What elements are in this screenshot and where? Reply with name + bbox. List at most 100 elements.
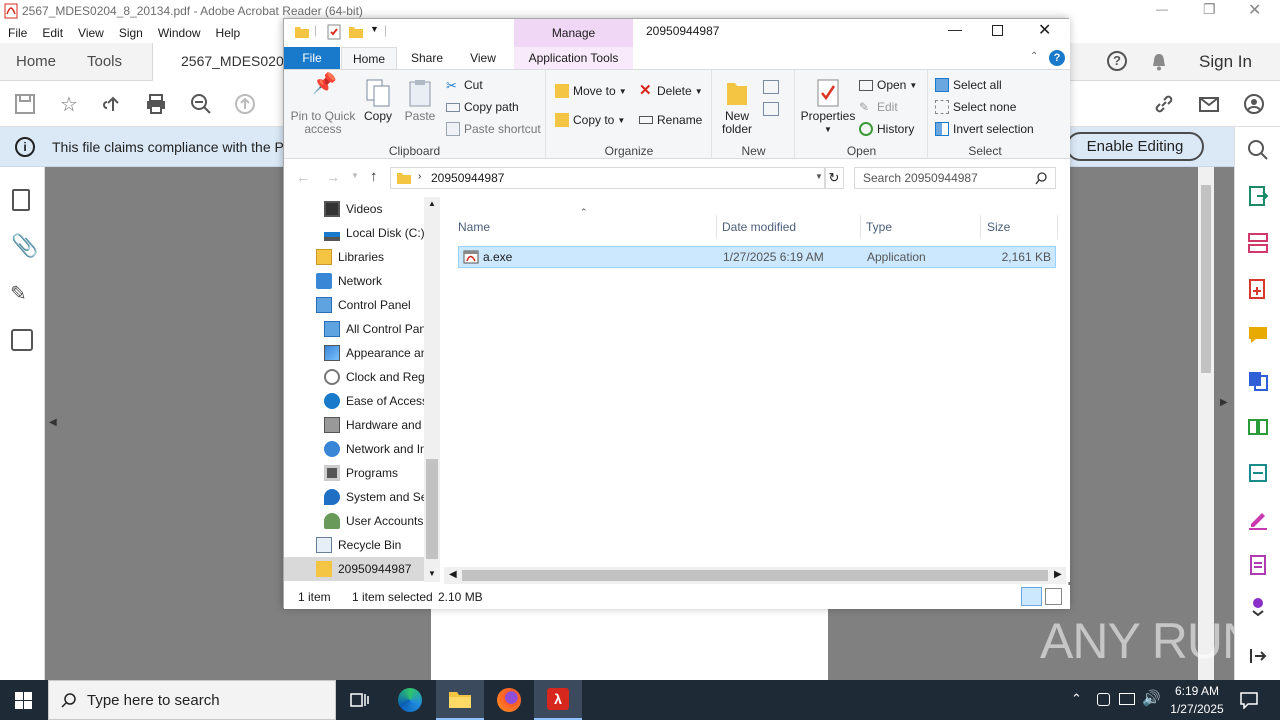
nav-current-folder[interactable]: 20950944987 bbox=[284, 557, 424, 581]
add-user-icon[interactable] bbox=[1240, 90, 1268, 118]
tab-view[interactable]: View bbox=[458, 47, 508, 69]
paste-shortcut-button[interactable]: Paste shortcut bbox=[446, 122, 541, 136]
menu-view[interactable]: View bbox=[78, 26, 104, 40]
large-icons-view-icon[interactable] bbox=[1045, 588, 1062, 605]
vertical-scrollbar[interactable] bbox=[1198, 167, 1214, 680]
tab-share[interactable]: Share bbox=[402, 47, 452, 69]
copy-button[interactable]: Copy bbox=[360, 78, 396, 123]
rename-button[interactable]: Rename bbox=[639, 113, 702, 127]
create-pdf-icon[interactable] bbox=[1247, 278, 1269, 300]
combine-files-icon[interactable] bbox=[1247, 370, 1269, 392]
nav-hardware-sound[interactable]: Hardware and Sound bbox=[324, 413, 424, 437]
mail-icon[interactable] bbox=[1195, 90, 1223, 118]
tab-tools[interactable]: Tools bbox=[87, 43, 122, 81]
nav-ease-of-access[interactable]: Ease of Access bbox=[324, 389, 424, 413]
cut-button[interactable]: ✂ Cut bbox=[446, 78, 483, 93]
page-up-icon[interactable] bbox=[231, 90, 259, 118]
address-dropdown-icon[interactable]: ▼ bbox=[815, 172, 823, 181]
nav-local-disk[interactable]: Local Disk (C:) bbox=[324, 221, 424, 245]
menu-help[interactable]: Help bbox=[216, 26, 241, 40]
copy-to-button[interactable]: Copy to ▼ bbox=[555, 113, 625, 127]
signature-icon[interactable]: ✎ bbox=[10, 281, 27, 306]
edge-taskbar-button[interactable] bbox=[386, 680, 434, 720]
nav-programs[interactable]: Programs bbox=[324, 461, 424, 485]
select-none-button[interactable]: Select none bbox=[935, 100, 1016, 114]
firefox-taskbar-button[interactable] bbox=[485, 680, 533, 720]
menu-file[interactable]: File bbox=[8, 26, 27, 40]
up-arrow-icon[interactable]: ↑ bbox=[370, 168, 378, 185]
open-button[interactable]: Open ▼ bbox=[859, 78, 917, 92]
attachment-icon[interactable]: 📎 bbox=[11, 233, 38, 259]
edit-button[interactable]: ✎ Edit bbox=[859, 100, 898, 114]
comment-icon[interactable] bbox=[1247, 324, 1269, 346]
tray-chevron-icon[interactable]: ⌃ bbox=[1071, 691, 1082, 707]
menu-window[interactable]: Window bbox=[158, 26, 201, 40]
collapse-panel-icon[interactable] bbox=[1247, 645, 1269, 667]
paste-button[interactable]: Paste bbox=[400, 78, 440, 123]
scan-icon[interactable] bbox=[1247, 462, 1269, 484]
column-header-name[interactable]: Name bbox=[458, 220, 716, 234]
acrobat-taskbar-button[interactable]: λ bbox=[534, 680, 582, 720]
move-to-button[interactable]: Move to ▼ bbox=[555, 84, 627, 98]
nav-scrollbar[interactable]: ▲ ▼ bbox=[424, 197, 440, 582]
copy-path-button[interactable]: Copy path bbox=[446, 100, 519, 114]
file-row[interactable]: a.exe 1/27/2025 6:19 AM Application 2,16… bbox=[458, 246, 1056, 268]
clock-time[interactable]: 6:19 AM bbox=[1172, 684, 1222, 698]
scroll-left-icon[interactable]: ◀ bbox=[449, 569, 457, 580]
restore-icon[interactable]: ❐ bbox=[1203, 1, 1216, 18]
explorer-help-icon[interactable]: ? bbox=[1049, 50, 1065, 66]
document-icon[interactable] bbox=[1247, 554, 1269, 576]
export-pdf-icon[interactable] bbox=[1247, 185, 1269, 207]
task-view-button[interactable] bbox=[336, 680, 384, 720]
easy-access-icon[interactable] bbox=[763, 102, 779, 116]
tab-file[interactable]: File bbox=[284, 47, 340, 69]
pin-quick-access-button[interactable]: 📌 Pin to Quick access bbox=[288, 74, 358, 136]
upload-icon[interactable] bbox=[99, 90, 127, 118]
column-header-date[interactable]: Date modified bbox=[722, 220, 796, 234]
select-all-button[interactable]: Select all bbox=[935, 78, 1002, 92]
minimize-icon[interactable]: — bbox=[1156, 2, 1168, 16]
tab-document[interactable]: 2567_MDES0204_8_20134.pdf bbox=[152, 43, 292, 82]
nav-recycle-bin[interactable]: Recycle Bin bbox=[316, 533, 424, 557]
column-header-type[interactable]: Type bbox=[866, 220, 892, 234]
new-folder-qa-icon[interactable] bbox=[348, 24, 364, 40]
refresh-button[interactable]: ↻ bbox=[824, 167, 844, 189]
zoom-out-icon[interactable] bbox=[187, 90, 215, 118]
right-panel-toggle-icon[interactable]: ▶ bbox=[1220, 397, 1228, 408]
nav-videos[interactable]: Videos bbox=[324, 197, 424, 221]
delete-button[interactable]: ✕ Delete ▼ bbox=[639, 83, 703, 98]
properties-qa-icon[interactable] bbox=[326, 24, 342, 40]
left-panel-toggle-icon[interactable]: ◀ bbox=[49, 417, 57, 428]
horizontal-scrollbar[interactable]: ◀ ▶ bbox=[444, 567, 1066, 584]
explorer-minimize-icon[interactable]: — bbox=[948, 21, 962, 37]
recent-dropdown-icon[interactable]: ▼ bbox=[351, 171, 359, 180]
help-icon[interactable]: ? bbox=[1107, 51, 1127, 71]
explorer-maximize-icon[interactable] bbox=[992, 25, 1003, 36]
nav-clock-region[interactable]: Clock and Region bbox=[324, 365, 424, 389]
nav-network-internet[interactable]: Network and Internet bbox=[324, 437, 424, 461]
new-folder-button[interactable]: New folder bbox=[717, 78, 757, 136]
scroll-right-icon[interactable]: ▶ bbox=[1054, 569, 1062, 580]
tab-home[interactable]: Home bbox=[16, 43, 56, 81]
explorer-close-icon[interactable]: ✕ bbox=[1038, 20, 1051, 40]
tab-home-ribbon[interactable]: Home bbox=[341, 47, 397, 70]
enable-editing-button[interactable]: Enable Editing bbox=[1066, 132, 1204, 161]
star-icon[interactable]: ☆ bbox=[55, 90, 83, 118]
notifications-icon[interactable] bbox=[1240, 691, 1258, 709]
pages-icon[interactable] bbox=[12, 189, 30, 211]
menu-edit[interactable]: Edit bbox=[42, 26, 63, 40]
windows-start-icon[interactable] bbox=[15, 692, 32, 709]
column-header-size[interactable]: Size bbox=[987, 220, 1010, 234]
file-explorer-taskbar-button[interactable] bbox=[436, 680, 484, 720]
nav-control-panel[interactable]: Control Panel bbox=[316, 293, 424, 317]
nav-libraries[interactable]: Libraries bbox=[316, 245, 424, 269]
zoom-icon[interactable] bbox=[1247, 139, 1269, 161]
nav-all-control-panel-items[interactable]: All Control Panel Items bbox=[324, 317, 424, 341]
collapse-ribbon-icon[interactable]: ⌃ bbox=[1030, 51, 1038, 62]
save-icon[interactable] bbox=[11, 90, 39, 118]
history-button[interactable]: History bbox=[859, 122, 914, 136]
address-bar[interactable]: › 20950944987 ▼ bbox=[390, 167, 826, 189]
qa-dropdown-icon[interactable]: ▼ bbox=[370, 24, 379, 34]
tab-application-tools[interactable]: Application Tools bbox=[514, 47, 633, 69]
sign-in-button[interactable]: Sign In bbox=[1199, 52, 1252, 72]
